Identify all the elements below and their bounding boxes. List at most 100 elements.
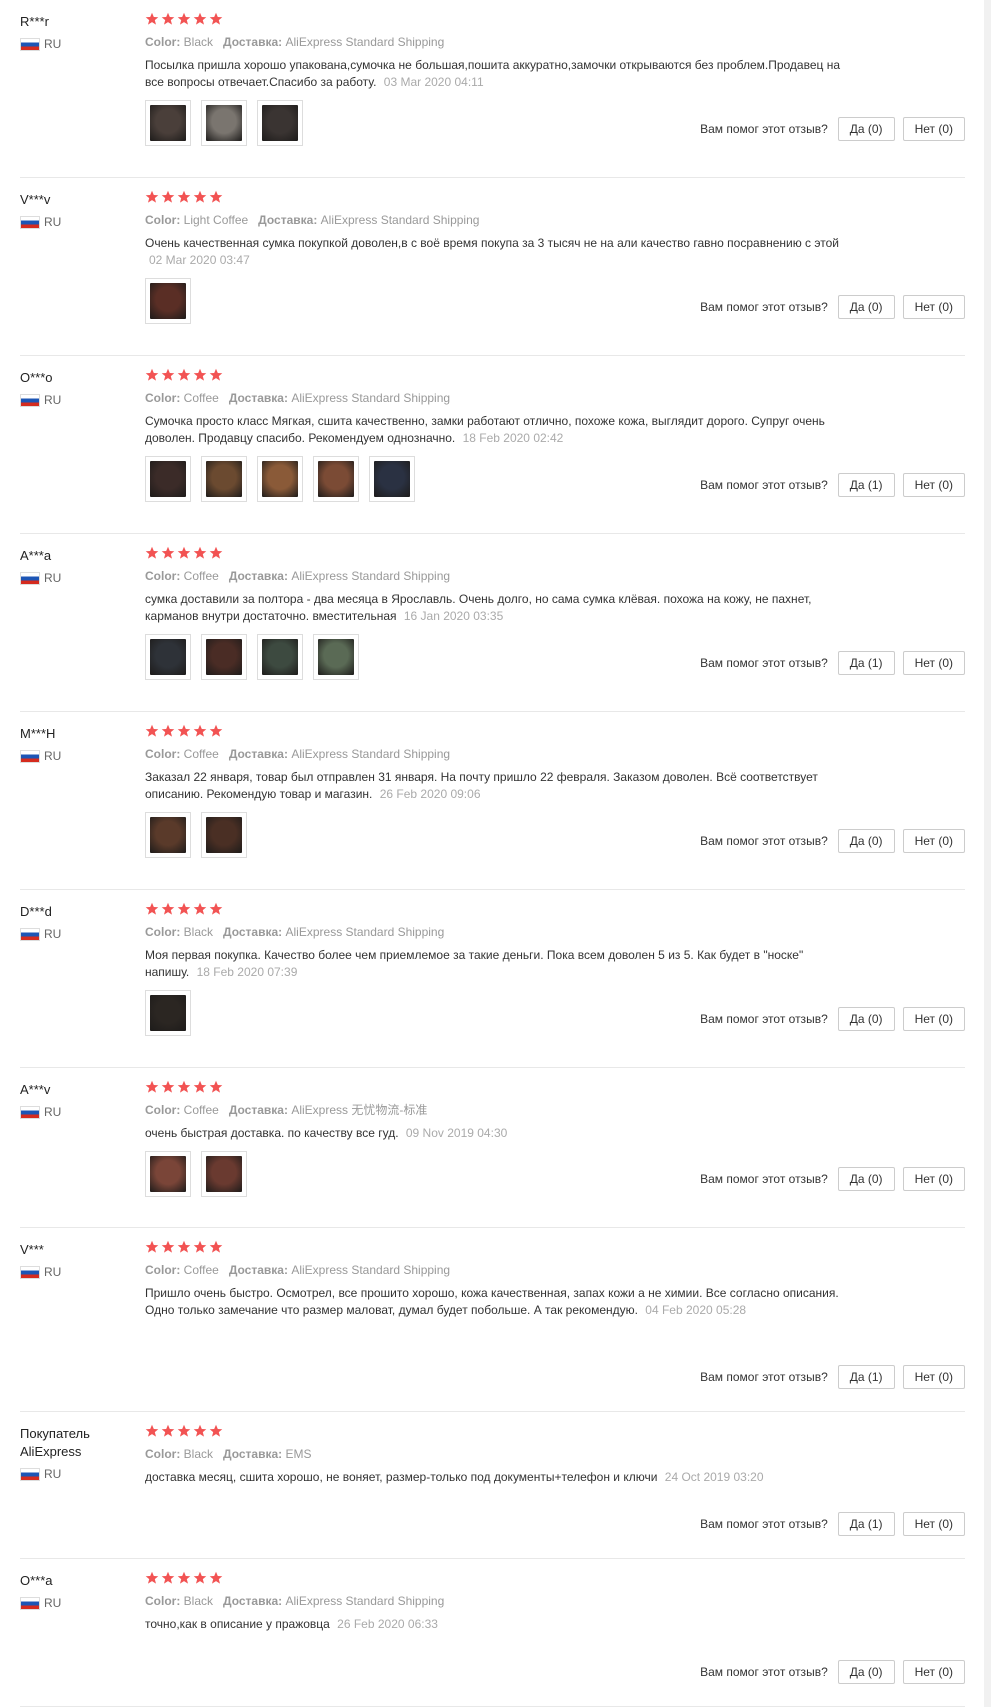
review-item: Покупатель AliExpress RU Color: Black Доста… [20,1412,965,1559]
review-photo-thumbnail[interactable] [201,1151,247,1197]
helpful-yes-button[interactable]: Да (1) [837,1512,895,1536]
helpful-no-button[interactable]: Нет (0) [902,651,965,675]
review-photo-thumbnail[interactable] [145,812,191,858]
review-photo-thumbnail[interactable] [145,990,191,1036]
star-icon [177,724,191,738]
review-photo-thumbnail[interactable] [201,100,247,146]
review-date: 26 Feb 2020 09:06 [379,787,481,801]
review-date: 26 Feb 2020 06:33 [337,1617,438,1631]
review-date: 16 Jan 2020 03:35 [403,609,504,623]
review-date: 03 Mar 2020 04:11 [383,75,484,89]
helpful-yes-button[interactable]: Да (0) [837,295,895,319]
star-icon [145,546,159,560]
review-photo-thumbnail[interactable] [369,456,415,502]
color-label: Color: [145,925,181,939]
color-label: Color: [145,35,181,49]
helpful-vote: Вам помог этот отзыв? Да (0) Нет (0) [700,1007,965,1031]
review-date: 18 Feb 2020 02:42 [462,431,564,445]
star-icon [209,368,223,382]
reviewer-info: A***a RU [20,547,130,585]
review-meta: Color: Coffee Доставка: AliExpress Standa… [145,390,845,406]
helpful-no-button[interactable]: Нет (0) [902,295,965,319]
reviewer-name: A***a [20,548,52,563]
helpful-yes-button[interactable]: Да (0) [837,117,895,141]
review-photo-thumbnail[interactable] [145,100,191,146]
helpful-yes-button[interactable]: Да (0) [837,1167,895,1191]
star-icon [177,1571,191,1585]
helpful-yes-button[interactable]: Да (1) [837,1365,895,1389]
review-text: точно,как в описание у пражовца 26 Feb 2… [145,1616,845,1633]
reviewer-info: V*** RU [20,1241,130,1279]
review-photo-thumbnail[interactable] [313,634,359,680]
reviewer-name: Покупатель AliExpress [20,1426,90,1459]
helpful-no-button[interactable]: Нет (0) [902,473,965,497]
review-photo-thumbnail[interactable] [201,456,247,502]
review-body: доставка месяц, сшита хорошо, не воняет,… [145,1470,658,1484]
review-content: Color: Black Доставка: AliExpress Standar… [145,1571,845,1633]
review-photo-thumbnail[interactable] [145,1151,191,1197]
star-icon [209,724,223,738]
reviewer-country: RU [20,1105,130,1119]
photo-image [150,105,186,141]
review-item: O***a RU Color: Black Доставка: AliExpress … [20,1559,965,1707]
helpful-no-button[interactable]: Нет (0) [902,1167,965,1191]
helpful-yes-button[interactable]: Да (1) [837,473,895,497]
review-text: сумка доставили за полтора - два месяца … [145,591,845,625]
flag-icon [20,393,40,407]
review-photo-thumbnail[interactable] [145,456,191,502]
helpful-yes-button[interactable]: Да (1) [837,651,895,675]
photo-image [150,1156,186,1192]
color-value: Black [183,925,214,939]
review-photo-thumbnail[interactable] [145,278,191,324]
color-label: Color: [145,1594,181,1608]
reviewer-country: RU [20,927,130,941]
reviewer-country: RU [20,215,130,229]
star-rating [145,190,845,206]
star-icon [177,1080,191,1094]
helpful-yes-button[interactable]: Да (0) [837,1660,895,1684]
review-photo-thumbnail[interactable] [201,634,247,680]
helpful-yes-button[interactable]: Да (0) [837,1007,895,1031]
review-photo-thumbnail[interactable] [145,634,191,680]
helpful-no-button[interactable]: Нет (0) [902,1512,965,1536]
helpful-no-button[interactable]: Нет (0) [902,829,965,853]
review-item: D***d RU Color: Black Доставка: AliExpress … [20,890,965,1068]
helpful-question: Вам помог этот отзыв? [700,834,828,848]
reviewer-country: RU [20,37,130,51]
star-rating [145,1080,845,1096]
review-date: 09 Nov 2019 04:30 [405,1126,508,1140]
helpful-no-button[interactable]: Нет (0) [902,1660,965,1684]
review-body: Очень качественная сумка покупкой доволе… [145,236,839,250]
helpful-no-button[interactable]: Нет (0) [902,1007,965,1031]
photo-image [206,1156,242,1192]
helpful-vote: Вам помог этот отзыв? Да (1) Нет (0) [700,1365,965,1389]
scrollbar-track[interactable] [984,0,991,1707]
country-code: RU [44,571,62,585]
flag-icon [20,571,40,585]
reviewer-info: R***r RU [20,13,130,51]
helpful-no-button[interactable]: Нет (0) [902,117,965,141]
reviewer-info: Покупатель AliExpress RU [20,1425,130,1481]
helpful-no-button[interactable]: Нет (0) [902,1365,965,1389]
star-icon [161,1424,175,1438]
review-photo-thumbnail[interactable] [201,812,247,858]
helpful-yes-button[interactable]: Да (0) [837,829,895,853]
star-icon [161,546,175,560]
helpful-vote: Вам помог этот отзыв? Да (1) Нет (0) [700,1512,965,1536]
review-photo-thumbnail[interactable] [257,456,303,502]
color-value: Light Coffee [183,213,249,227]
shipping-value: AliExpress Standard Shipping [285,35,445,49]
star-icon [161,1571,175,1585]
star-icon [193,1080,207,1094]
review-photo-thumbnail[interactable] [257,634,303,680]
color-value: Black [183,35,214,49]
review-photo-thumbnail[interactable] [257,100,303,146]
review-date: 02 Mar 2020 03:47 [149,253,250,267]
review-content: Color: Black Доставка: EMS доставка месяц,… [145,1424,845,1486]
color-label: Color: [145,747,181,761]
star-icon [161,724,175,738]
review-photo-thumbnail[interactable] [313,456,359,502]
photo-image [206,105,242,141]
review-content: Color: Coffee Доставка: AliExpress Standa… [145,1240,845,1319]
reviewer-info: O***o RU [20,369,130,407]
